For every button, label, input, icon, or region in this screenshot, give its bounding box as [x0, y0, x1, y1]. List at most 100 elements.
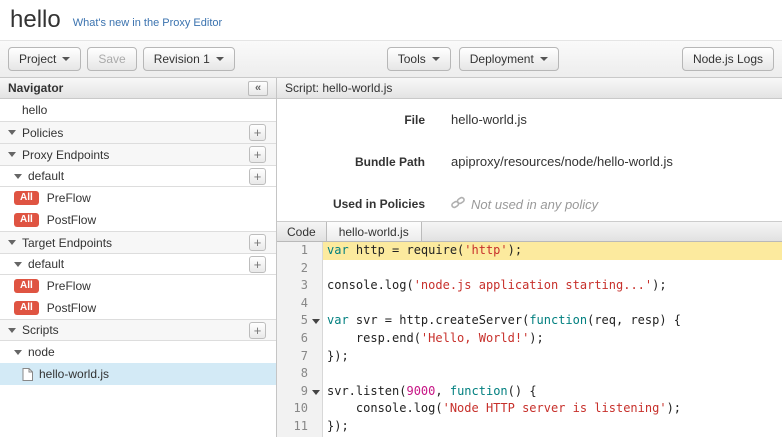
used-in-policies-value: Not used in any policy — [451, 196, 598, 212]
nav-item-proxy-root[interactable]: hello — [0, 99, 276, 121]
add-target-endpoint-button[interactable]: + — [249, 234, 266, 251]
navigator-panel: Navigator « hello Policies + Proxy Endpo… — [0, 78, 277, 437]
nav-item-proxy-preflow[interactable]: All PreFlow — [0, 187, 276, 209]
disclosure-down-icon[interactable] — [8, 240, 16, 245]
add-script-button[interactable]: + — [249, 322, 266, 339]
script-panel-header: Script: hello-world.js — [277, 78, 782, 99]
nav-item-proxy-postflow[interactable]: All PostFlow — [0, 209, 276, 231]
nav-item-label: PreFlow — [47, 191, 91, 205]
tools-dropdown[interactable]: Tools — [387, 47, 451, 71]
code-line[interactable]: console.log('Node HTTP server is listeni… — [327, 400, 782, 418]
file-label: File — [277, 112, 425, 127]
all-conditions-badge: All — [14, 191, 39, 205]
code-editor[interactable]: 1234567891011 var http = require('http')… — [277, 242, 782, 437]
project-dropdown-label: Project — [19, 52, 56, 66]
gutter-line-number: 8 — [277, 365, 322, 383]
nav-item-label: default — [28, 169, 64, 183]
nav-section-label: Target Endpoints — [22, 236, 112, 250]
navigator-header: Navigator « — [0, 78, 276, 99]
add-flow-button[interactable]: + — [249, 168, 266, 185]
page-header: hello What's new in the Proxy Editor — [0, 0, 782, 40]
main-split: Navigator « hello Policies + Proxy Endpo… — [0, 78, 782, 437]
gutter-line-number: 3 — [277, 277, 322, 295]
gutter-line-number: 10 — [277, 400, 322, 418]
nav-section-label: Scripts — [22, 323, 59, 337]
deployment-dropdown[interactable]: Deployment — [459, 47, 559, 71]
nav-item-script-hello-world[interactable]: hello-world.js — [0, 363, 276, 385]
bundle-path-row: Bundle Path apiproxy/resources/node/hell… — [277, 154, 782, 169]
code-line[interactable] — [327, 365, 782, 383]
nodejs-logs-button[interactable]: Node.js Logs — [682, 47, 774, 71]
page-title: hello — [10, 6, 61, 34]
code-header-label: Code — [277, 225, 326, 239]
nav-item-label: hello — [22, 103, 47, 117]
code-line[interactable]: }); — [327, 348, 782, 366]
gutter-line-number: 7 — [277, 348, 322, 366]
save-button[interactable]: Save — [87, 47, 136, 71]
code-line[interactable]: svr.listen(9000, function() { — [327, 383, 782, 401]
code-line[interactable]: }); — [327, 418, 782, 436]
collapse-navigator-button[interactable]: « — [248, 81, 268, 96]
script-info-form: File hello-world.js Bundle Path apiproxy… — [277, 99, 782, 221]
nav-section-label: Policies — [22, 126, 63, 140]
nav-item-proxy-endpoint-default[interactable]: default + — [0, 165, 276, 187]
code-line[interactable]: var http = require('http'); — [323, 242, 782, 260]
nav-item-target-endpoint-default[interactable]: default + — [0, 253, 276, 275]
code-lines[interactable]: var http = require('http'); console.log(… — [323, 242, 782, 437]
gutter-line-number: 11 — [277, 418, 322, 436]
caret-down-icon — [540, 57, 548, 61]
nav-item-target-postflow[interactable]: All PostFlow — [0, 297, 276, 319]
disclosure-down-icon[interactable] — [14, 350, 22, 355]
nav-item-label: PostFlow — [47, 213, 96, 227]
all-conditions-badge: All — [14, 301, 39, 315]
code-file-tab[interactable]: hello-world.js — [326, 222, 422, 241]
disclosure-down-icon[interactable] — [8, 152, 16, 157]
code-fold-icon[interactable] — [312, 319, 320, 324]
nav-item-label: PreFlow — [47, 279, 91, 293]
tools-dropdown-label: Tools — [398, 52, 426, 66]
script-panel-header-label: Script: hello-world.js — [285, 81, 392, 95]
disclosure-down-icon[interactable] — [8, 328, 16, 333]
code-gutter: 1234567891011 — [277, 242, 323, 437]
code-fold-icon[interactable] — [312, 390, 320, 395]
disclosure-down-icon[interactable] — [14, 174, 22, 179]
code-line[interactable]: var svr = http.createServer(function(req… — [327, 312, 782, 330]
nav-section-target-endpoints[interactable]: Target Endpoints + — [0, 231, 276, 253]
gutter-line-number: 4 — [277, 295, 322, 313]
disclosure-down-icon[interactable] — [14, 262, 22, 267]
navigator-header-label: Navigator — [8, 81, 63, 95]
script-detail-panel: Script: hello-world.js File hello-world.… — [277, 78, 782, 437]
project-dropdown[interactable]: Project — [8, 47, 81, 71]
nav-item-label: default — [28, 257, 64, 271]
whats-new-link[interactable]: What's new in the Proxy Editor — [73, 17, 222, 29]
gutter-line-number: 6 — [277, 330, 322, 348]
disclosure-down-icon[interactable] — [8, 130, 16, 135]
file-value: hello-world.js — [451, 112, 527, 127]
bundle-path-label: Bundle Path — [277, 154, 425, 169]
used-in-policies-row: Used in Policies Not used in any policy — [277, 196, 782, 212]
nav-item-label: PostFlow — [47, 301, 96, 315]
add-policy-button[interactable]: + — [249, 124, 266, 141]
revision-dropdown[interactable]: Revision 1 — [143, 47, 235, 71]
used-in-policies-label: Used in Policies — [277, 196, 425, 211]
gutter-line-number: 1 — [277, 242, 322, 260]
used-in-policies-text: Not used in any policy — [471, 197, 598, 212]
file-row: File hello-world.js — [277, 112, 782, 127]
nav-item-target-preflow[interactable]: All PreFlow — [0, 275, 276, 297]
add-proxy-endpoint-button[interactable]: + — [249, 146, 266, 163]
proxy-editor-app: hello What's new in the Proxy Editor Pro… — [0, 0, 782, 437]
code-line[interactable] — [327, 260, 782, 278]
code-header-bar: Code hello-world.js — [277, 221, 782, 242]
code-line[interactable] — [327, 295, 782, 313]
nav-section-policies[interactable]: Policies + — [0, 121, 276, 143]
toolbar-center-group: Tools Deployment — [387, 47, 559, 71]
revision-dropdown-label: Revision 1 — [154, 52, 210, 66]
nav-section-scripts[interactable]: Scripts + — [0, 319, 276, 341]
code-line[interactable]: console.log('node.js application startin… — [327, 277, 782, 295]
add-flow-button[interactable]: + — [249, 256, 266, 273]
toolbar: Project Save Revision 1 Tools Deployment… — [0, 40, 782, 78]
code-line[interactable]: resp.end('Hello, World!'); — [327, 330, 782, 348]
nav-item-scripts-node-folder[interactable]: node — [0, 341, 276, 363]
nav-section-proxy-endpoints[interactable]: Proxy Endpoints + — [0, 143, 276, 165]
bundle-path-value: apiproxy/resources/node/hello-world.js — [451, 154, 673, 169]
